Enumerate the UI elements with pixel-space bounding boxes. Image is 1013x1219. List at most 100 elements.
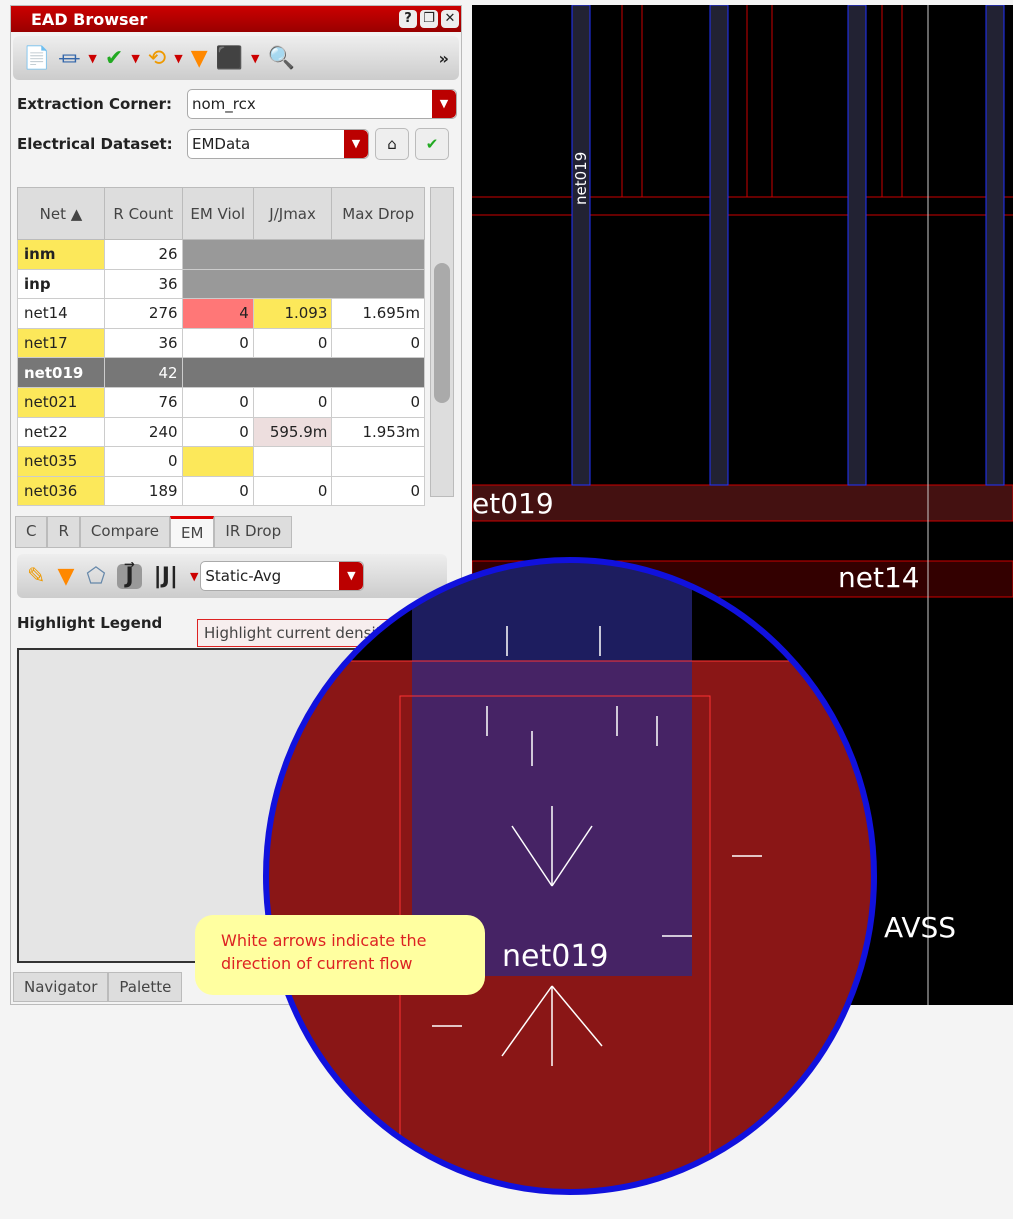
pencil-icon[interactable]: ✎	[27, 564, 45, 589]
table-row[interactable]: inp 36	[17, 268, 426, 300]
max-drop: 0	[331, 475, 425, 507]
dropdown-icon[interactable]: ▼	[131, 52, 139, 65]
jjmax	[252, 446, 333, 477]
em-viol: 0	[181, 475, 254, 507]
tab-navigator[interactable]: Navigator	[13, 972, 109, 1002]
table-row[interactable]: net22 240 0 595.9m 1.953m	[17, 416, 425, 448]
dropdown-icon[interactable]: ▼	[190, 570, 198, 583]
dropdown-icon[interactable]: ▼	[88, 52, 96, 65]
help-button[interactable]: ?	[399, 10, 417, 28]
r-count: 26	[103, 239, 183, 270]
table-row[interactable]: inm 26	[17, 239, 426, 270]
refresh-icon[interactable]: ⟲	[148, 46, 166, 71]
electrical-dataset-label: Electrical Dataset:	[17, 135, 173, 153]
tab-palette[interactable]: Palette	[108, 972, 183, 1002]
avss-label: AVSS	[884, 911, 957, 944]
r-count: 0	[103, 446, 183, 477]
net-label: net019	[572, 151, 590, 205]
r-count: 76	[103, 386, 183, 418]
bottom-tabs: Navigator Palette	[13, 972, 183, 1002]
tab-ir-drop[interactable]: IR Drop	[214, 516, 293, 548]
scrollbar-thumb[interactable]	[434, 263, 450, 403]
col-max-drop[interactable]: Max Drop	[331, 187, 425, 240]
filter-icon[interactable]: ▼	[191, 46, 208, 71]
close-button[interactable]: ✕	[441, 10, 459, 28]
main-toolbar: 📄 ⏛ ▼ ✔ ▼ ⟲ ▼ ▼ ⬛ ▼ 🔍 »	[13, 36, 459, 80]
net-name: net019	[17, 357, 105, 388]
analysis-tabs: C R Compare EM IR Drop	[15, 516, 293, 548]
table-row[interactable]: net021 76 0 0 0	[17, 386, 425, 418]
jjmax: 1.093	[252, 298, 333, 329]
filter-icon[interactable]: ▼	[57, 564, 74, 589]
check-icon[interactable]: ✔	[105, 46, 123, 71]
em-viol: 0	[181, 327, 254, 359]
jjmax: 595.9m	[252, 416, 333, 448]
dropdown-icon[interactable]: ▼	[251, 52, 259, 65]
mesh-icon[interactable]: ⬠	[86, 564, 105, 589]
table-row[interactable]: net14 276 4 1.093 1.695m	[17, 298, 425, 329]
jjmax: 0	[252, 327, 333, 359]
chevron-down-icon: ▼	[344, 130, 368, 158]
max-drop: 1.953m	[331, 416, 425, 448]
resistor-icon[interactable]: ⏛	[58, 42, 80, 74]
col-net[interactable]: Net ▲	[17, 187, 105, 240]
col-jjmax[interactable]: J/Jmax	[252, 187, 333, 240]
table-row[interactable]: net17 36 0 0 0	[17, 327, 425, 359]
electrical-dataset-value: EMData	[192, 135, 251, 153]
r-count: 36	[103, 268, 183, 300]
load-dataset-button[interactable]: ⌂	[375, 128, 409, 160]
extraction-corner-label: Extraction Corner:	[17, 95, 172, 113]
table-row-selected[interactable]: net019 42	[17, 357, 426, 388]
jjmax: 0	[252, 386, 333, 418]
net-name: inm	[17, 239, 105, 270]
em-viol: 4	[181, 298, 254, 329]
r-count: 276	[103, 298, 183, 329]
net-name: net021	[17, 386, 105, 418]
current-vector-button[interactable]: J⃗	[117, 563, 142, 589]
extraction-corner-select[interactable]: nom_rcx ▼	[187, 89, 457, 119]
select-icon[interactable]: ⬛	[216, 46, 243, 71]
check-dataset-button[interactable]: ✔	[415, 128, 449, 160]
overflow-button[interactable]: »	[439, 49, 449, 68]
max-drop	[331, 446, 425, 477]
empty-cell	[181, 268, 426, 300]
em-viol: 0	[181, 416, 254, 448]
tab-r[interactable]: R	[47, 516, 80, 548]
net-name: net17	[17, 327, 105, 359]
r-count: 240	[103, 416, 183, 448]
tab-em[interactable]: EM	[169, 516, 215, 548]
bus-label: et019	[472, 487, 554, 520]
table-scrollbar[interactable]	[430, 187, 454, 497]
tab-compare[interactable]: Compare	[79, 516, 170, 548]
net-name: inp	[17, 268, 105, 300]
restore-button[interactable]: ❐	[420, 10, 438, 28]
extraction-corner-value: nom_rcx	[192, 95, 256, 113]
report-icon[interactable]: 📄	[23, 46, 50, 71]
jjmax: 0	[252, 475, 333, 507]
current-magnitude-button[interactable]: |J|	[154, 564, 178, 589]
table-row[interactable]: net035 0	[17, 446, 425, 477]
empty-cell	[181, 357, 426, 388]
net-table: Net ▲ R Count EM Viol J/Jmax Max Drop inm 26 …	[17, 187, 426, 507]
dropdown-icon[interactable]: ▼	[174, 52, 182, 65]
net-name: net22	[17, 416, 105, 448]
highlight-legend-title: Highlight Legend	[17, 614, 163, 632]
em-viol: 0	[181, 386, 254, 418]
r-count: 36	[103, 327, 183, 359]
max-drop: 0	[331, 327, 425, 359]
table-row[interactable]: net036 189 0 0 0	[17, 475, 425, 507]
tab-c[interactable]: C	[15, 516, 48, 548]
empty-cell	[181, 239, 426, 270]
window-title: EAD Browser	[31, 10, 148, 29]
electrical-dataset-row: Electrical Dataset: EMData ▼ ⌂ ✔	[11, 124, 461, 164]
extraction-corner-row: Extraction Corner: nom_rcx ▼	[11, 84, 461, 124]
max-drop: 0	[331, 386, 425, 418]
magnifier-inset: net019	[262, 556, 878, 1196]
zoom-icon[interactable]: 🔍	[268, 46, 295, 71]
electrical-dataset-select[interactable]: EMData ▼	[187, 129, 369, 159]
col-em-viol[interactable]: EM Viol	[181, 187, 254, 240]
col-r-count[interactable]: R Count	[103, 187, 183, 240]
net-name: net035	[17, 446, 105, 477]
r-count: 189	[103, 475, 183, 507]
title-bar: EAD Browser ? ❐ ✕	[11, 6, 461, 32]
